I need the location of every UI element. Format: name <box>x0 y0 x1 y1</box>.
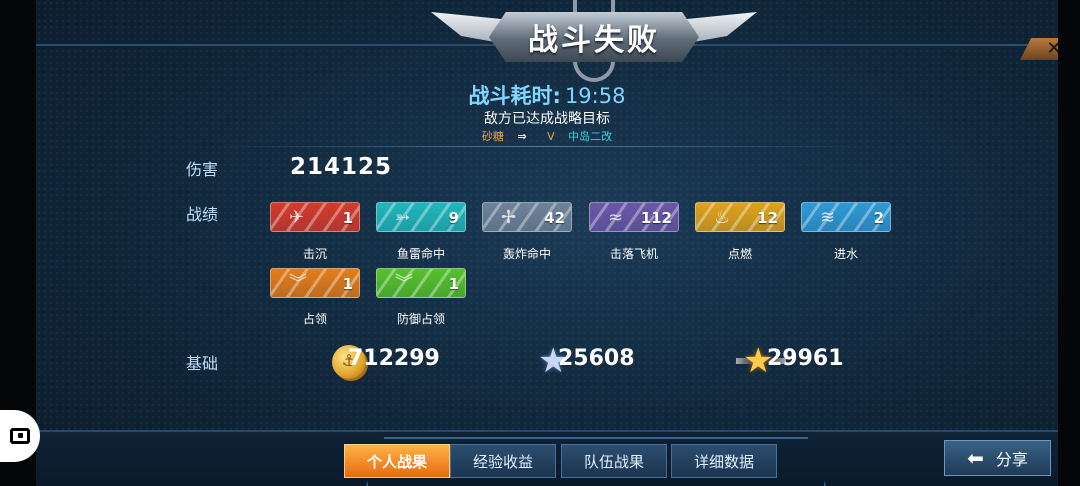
versus-line: 砂糖 ⇒ V 中岛二改 <box>36 128 1058 144</box>
battle-time-label: 战斗耗时: <box>468 84 561 108</box>
enemy-name: 中岛二改 <box>568 130 613 143</box>
bomb-hit-icon: ✢ <box>501 207 517 228</box>
result-reason: 敌方已达成战略目标 <box>484 111 610 127</box>
achievement-label: 占领 <box>302 312 327 326</box>
fire-badge: ♨ 12 <box>695 202 785 232</box>
back-arrow-icon: ⬅ <box>967 446 984 470</box>
vs-label: V <box>547 130 555 143</box>
flooding-badge: ≋ 2 <box>801 202 891 232</box>
right-screen-bar <box>1058 0 1080 486</box>
achievement-count: 2 <box>873 209 884 227</box>
achievement-count: 1 <box>342 275 353 293</box>
achievement-count: 12 <box>757 209 778 227</box>
fire-icon: ♨ <box>714 207 731 228</box>
achievement-label: 进水 <box>833 247 858 261</box>
plane-shot-icon: ≈ <box>608 207 624 228</box>
defend-capture-icon: ︾ <box>395 273 413 294</box>
ship-sink-badge: ✈ 1 <box>270 202 360 232</box>
title-plate: 战斗失败 <box>489 12 699 62</box>
achievements-label: 战绩 <box>186 205 219 224</box>
silver-xp-value: 25608 <box>558 346 635 371</box>
close-button[interactable]: ✕ <box>1020 38 1058 60</box>
defeat-emblem: 战斗失败 <box>431 0 757 82</box>
flooding-icon: ≋ <box>820 207 836 228</box>
achievement-label: 击沉 <box>302 247 327 261</box>
close-icon: ✕ <box>1046 38 1058 59</box>
gold-xp-value: 29961 <box>767 346 844 371</box>
achievement-count: 112 <box>640 209 672 227</box>
page-title: 战斗失败 <box>528 23 660 58</box>
damage-value: 214125 <box>290 154 393 180</box>
torpedo-badge: ➳ 9 <box>376 202 466 232</box>
achievement-count: 1 <box>342 209 353 227</box>
achievement-count: 1 <box>448 275 459 293</box>
achievement-count: 42 <box>544 209 565 227</box>
torpedo-icon: ➳ <box>395 207 411 228</box>
defend-capture-badge: ︾ 1 <box>376 268 466 298</box>
share-button[interactable]: ⬅ 分享 <box>944 440 1051 476</box>
achievement-count: 9 <box>448 209 459 227</box>
screen-record-icon <box>10 428 30 444</box>
achievement-label: 击落飞机 <box>609 247 658 261</box>
capture-icon: ︾ <box>289 273 307 294</box>
achievement-label: 鱼雷命中 <box>396 247 445 261</box>
damage-label: 伤害 <box>186 160 219 179</box>
versus-divider <box>221 146 861 147</box>
achievement-label: 轰炸命中 <box>502 247 551 261</box>
tab-detailed-data[interactable]: 详细数据 <box>671 444 777 478</box>
base-label: 基础 <box>186 354 219 373</box>
capture-badge: ︾ 1 <box>270 268 360 298</box>
arrow-icon: ⇒ <box>517 130 527 143</box>
achievement-label: 点燃 <box>727 247 752 261</box>
ship-sink-icon: ✈ <box>289 207 305 228</box>
tab-experience[interactable]: 经验收益 <box>450 444 556 478</box>
player-name: 砂糖 <box>481 130 504 143</box>
tab-team-results[interactable]: 队伍战果 <box>561 444 667 478</box>
result-panel: 战斗失败 ✕ 战斗耗时: 19:58 敌方已达成战略目标 砂糖 ⇒ V 中岛二改 … <box>36 0 1058 486</box>
plane-shot-badge: ≈112 <box>589 202 679 232</box>
share-label: 分享 <box>995 450 1028 469</box>
tab-personal-results[interactable]: 个人战果 <box>344 444 450 478</box>
bomb-hit-badge: ✢ 42 <box>482 202 572 232</box>
coin-value: 712299 <box>348 346 440 371</box>
achievement-label: 防御占领 <box>396 312 445 326</box>
battle-duration: 战斗耗时: 19:58 <box>36 80 1058 110</box>
battle-time-value: 19:58 <box>564 84 626 108</box>
